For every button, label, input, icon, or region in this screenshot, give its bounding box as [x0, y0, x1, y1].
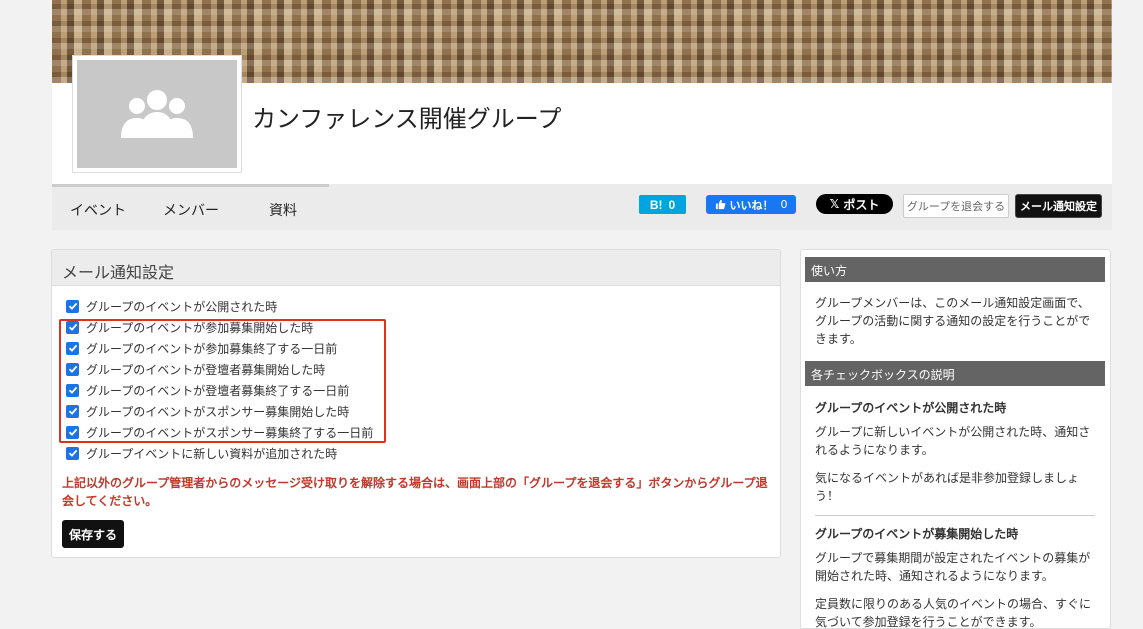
tab-documents[interactable]: 資料 [269, 200, 297, 220]
help-divider [815, 515, 1095, 516]
thumbs-up-icon [715, 199, 725, 210]
notification-checkbox-row[interactable]: グループのイベントが公開された時 [66, 297, 277, 315]
save-button[interactable]: 保存する [62, 520, 124, 548]
nav-underline [52, 184, 329, 187]
tab-events[interactable]: イベント [70, 200, 126, 220]
facebook-like-count: 0 [780, 198, 788, 211]
help-item2-text1: グループで募集期間が設定されたイベントの募集が開始された時、通知されるようになり… [815, 551, 1091, 583]
mail-settings-button[interactable]: メール通知設定 [1015, 194, 1102, 218]
howto-text: グループメンバーは、このメール通知設定画面で、グループの活動に関する通知の設定を… [815, 296, 1091, 346]
x-logo-icon: 𝕏 [829, 197, 840, 211]
x-post-label: ポスト [843, 197, 880, 212]
checkbox-label: グループのイベントが公開された時 [86, 299, 278, 314]
unsubscribe-warning: 上記以外のグループ管理者からのメッセージ受け取りを解除する場合は、画面上部の「グ… [62, 476, 768, 508]
checkmark-icon [68, 449, 77, 457]
help-item1-title: グループのイベントが公開された時 [815, 401, 1007, 415]
leave-group-button[interactable]: グループを退会する [903, 194, 1009, 218]
group-title: カンファレンス開催グループ [252, 105, 562, 133]
help-item2-text2: 定員数に限りのある人気のイベントの場合、すぐに気づいて参加登録を行うことができま… [815, 597, 1092, 629]
help-item2-title: グループのイベントが募集開始した時 [815, 527, 1019, 541]
checkbox-checked[interactable] [66, 446, 79, 460]
hatena-label: B! [649, 197, 663, 212]
checkbox-label: グループイベントに新しい資料が追加された時 [86, 446, 338, 461]
panel-title: メール通知設定 [52, 250, 780, 286]
help-item1-text2: 気になるイベントがあれば是非参加登録しましょう！ [815, 471, 1080, 503]
checkmark-icon [68, 302, 77, 310]
facebook-like-button[interactable]: いいね！ 0 [706, 195, 796, 214]
help-item1-text1: グループに新しいイベントが公開された時、通知されるようになります。 [815, 425, 1091, 457]
group-users-icon [121, 90, 193, 138]
facebook-like-label: いいね！ [729, 198, 774, 212]
x-post-button[interactable]: 𝕏 ポスト [816, 194, 893, 214]
howto-header: 使い方 [805, 257, 1105, 282]
checkbox-help-header: 各チェックボックスの説明 [805, 361, 1105, 386]
group-avatar [72, 55, 242, 173]
hatena-count: 0 [668, 197, 676, 212]
highlight-annotation [59, 319, 386, 443]
checkbox-checked[interactable] [66, 299, 79, 313]
tab-members[interactable]: メンバー [163, 200, 219, 220]
hatena-bookmark-button[interactable]: B! 0 [639, 195, 686, 214]
notification-checkbox-row[interactable]: グループイベントに新しい資料が追加された時 [66, 444, 337, 462]
